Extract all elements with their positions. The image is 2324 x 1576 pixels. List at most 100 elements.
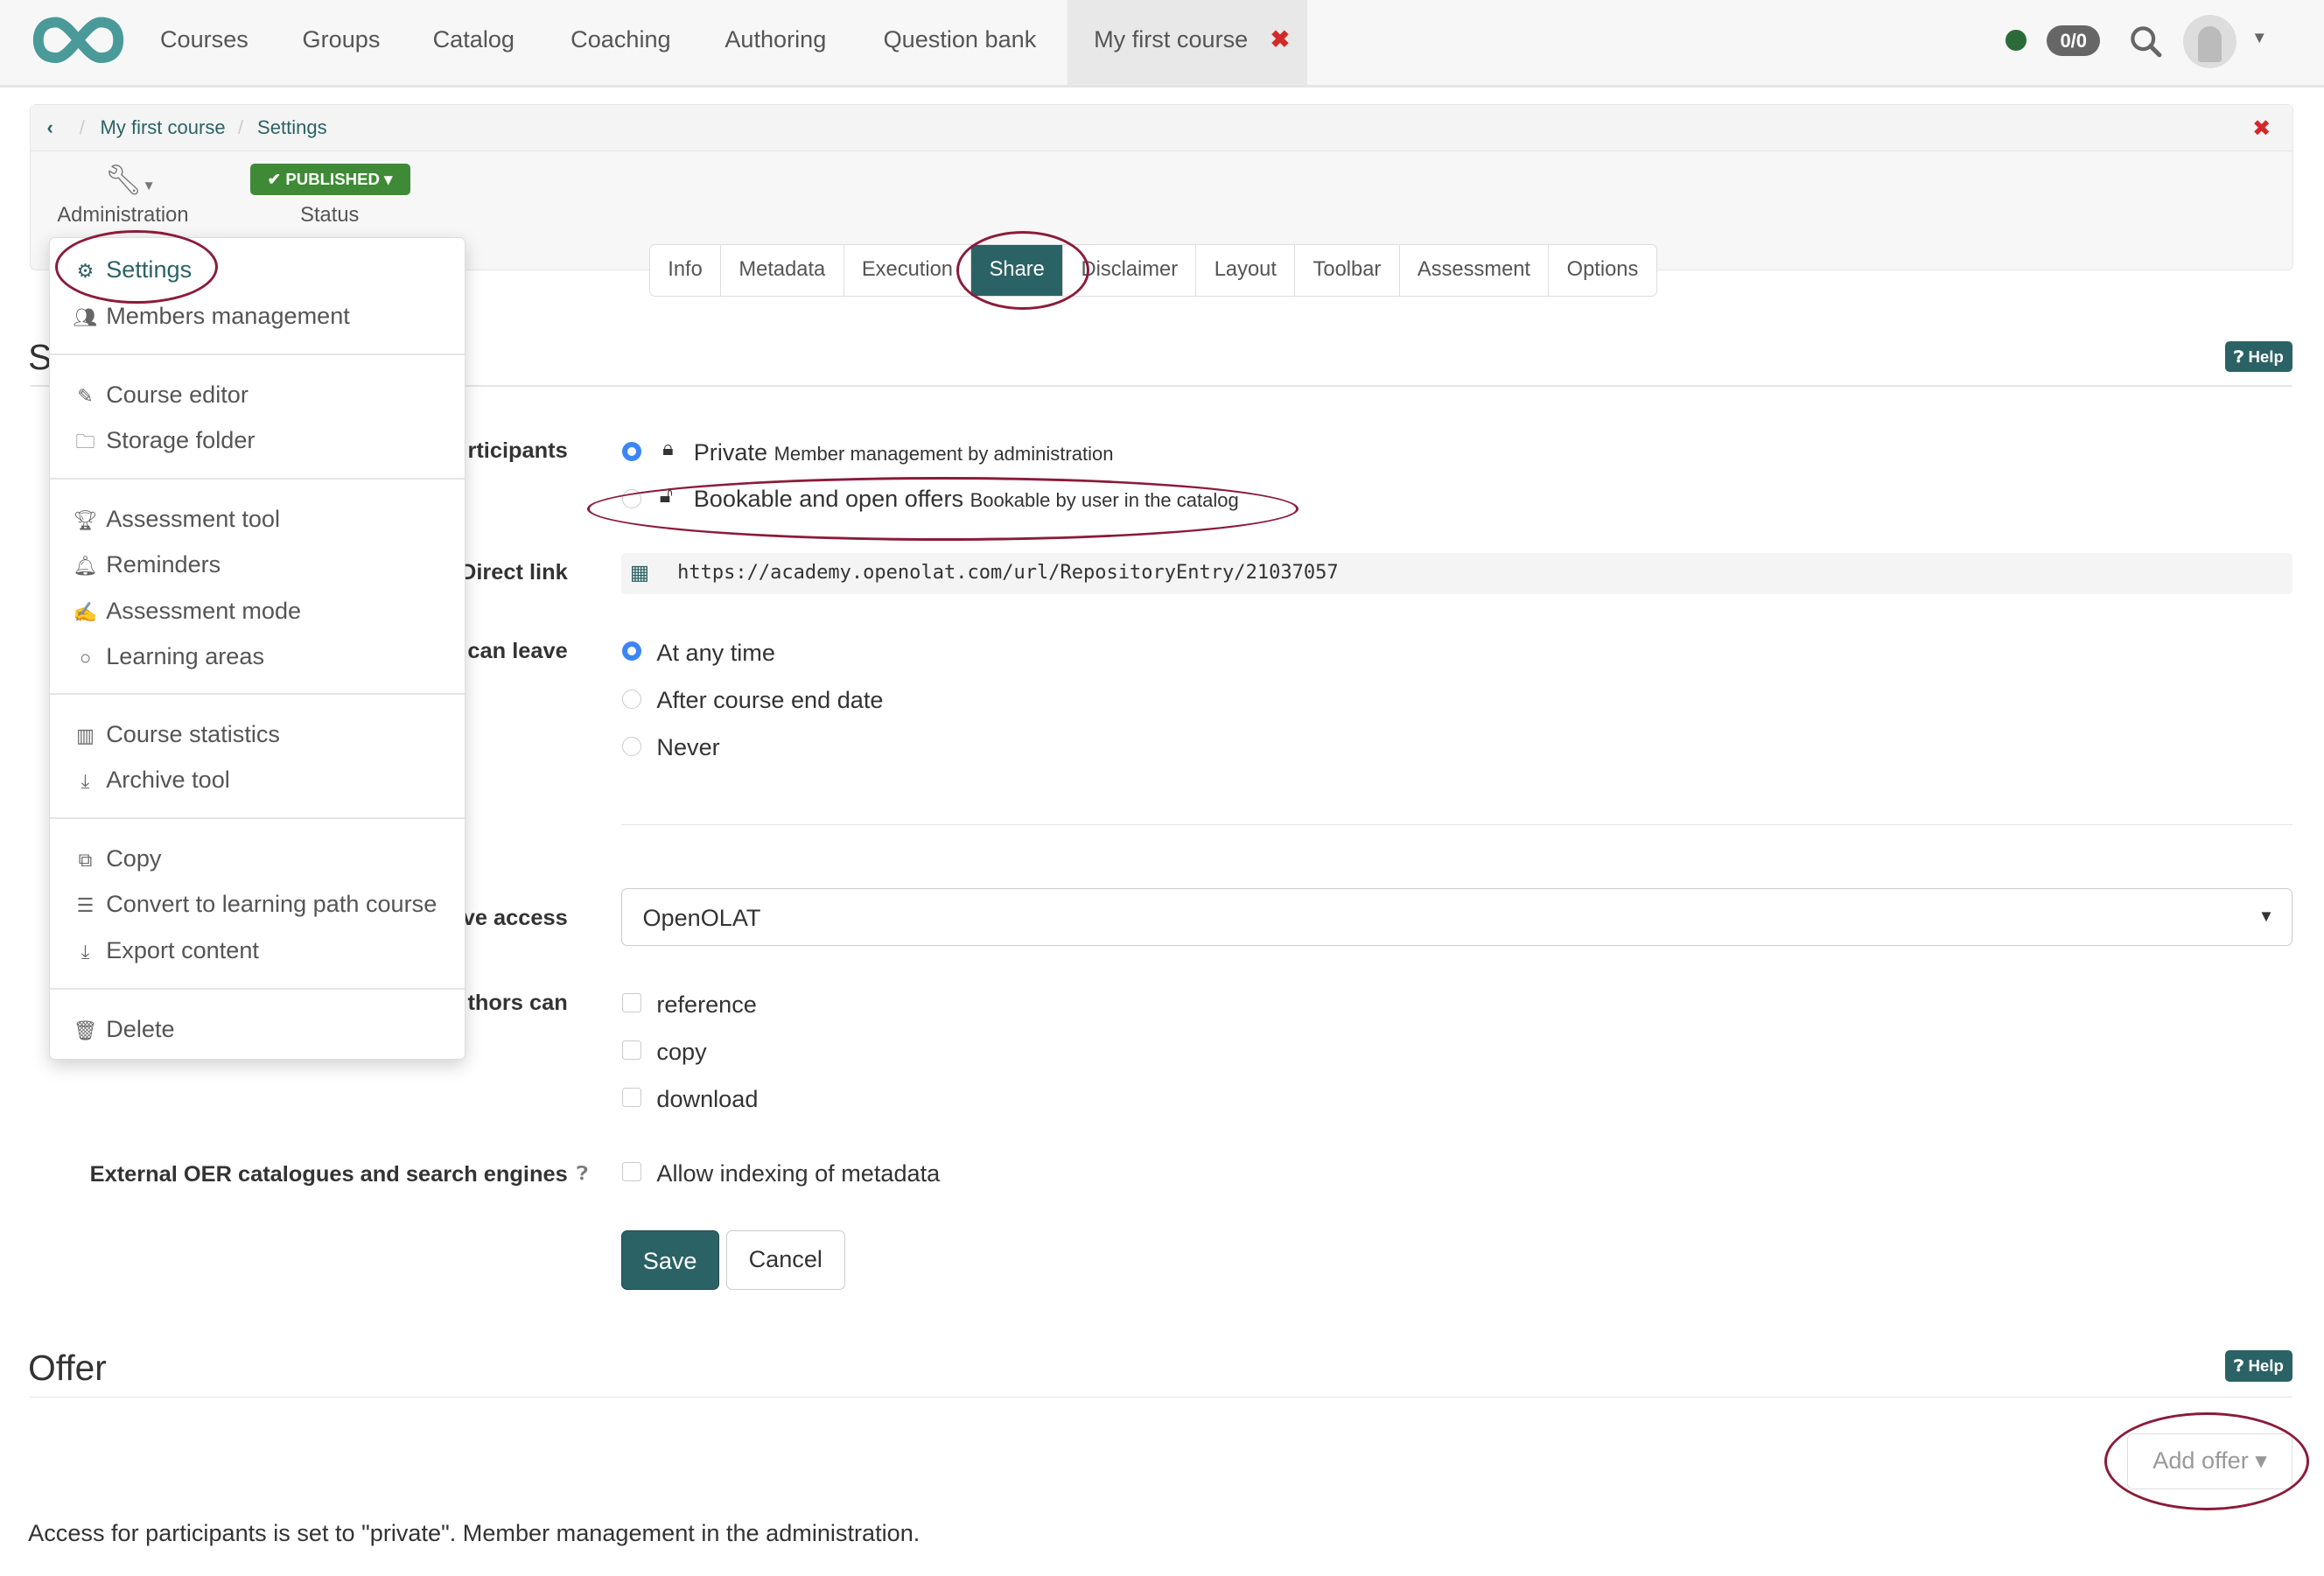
back-icon[interactable]: ‹ bbox=[47, 116, 53, 139]
breadcrumb-course[interactable]: My first course bbox=[100, 116, 225, 139]
direct-link-url[interactable]: https://academy.openolat.com/url/Reposit… bbox=[677, 562, 1339, 584]
help-label: Help bbox=[2248, 347, 2284, 366]
breadcrumb-separator: / bbox=[238, 116, 244, 139]
leave-any-time[interactable]: At any time bbox=[656, 639, 775, 667]
menu-label: Export content bbox=[106, 935, 259, 963]
help-button[interactable]: ❓︎ Help bbox=[2224, 340, 2293, 373]
openolat-logo-icon[interactable] bbox=[32, 15, 124, 66]
status-label: Status bbox=[300, 204, 360, 228]
nav-authoring[interactable]: Authoring bbox=[724, 25, 826, 53]
offer-note: Access for participants is set to "priva… bbox=[28, 1519, 920, 1547]
status-badge[interactable]: ✔ PUBLISHED ▾ bbox=[249, 164, 410, 195]
access-select[interactable]: OpenOLAT ▼ bbox=[620, 887, 2293, 946]
radio-private[interactable] bbox=[622, 441, 642, 461]
nav-catalog[interactable]: Catalog bbox=[433, 25, 514, 53]
indexing-label[interactable]: Allow indexing of metadata bbox=[656, 1159, 940, 1187]
access-select-value: OpenOLAT bbox=[642, 903, 761, 931]
tab-options[interactable]: Options bbox=[1549, 245, 1656, 296]
tab-info[interactable]: Info bbox=[650, 245, 722, 297]
question-circle-icon[interactable]: ❓︎ bbox=[577, 1162, 588, 1185]
copy-label[interactable]: copy bbox=[656, 1038, 706, 1066]
divider bbox=[29, 1396, 2293, 1398]
offer-help-button[interactable]: ❓︎ Help bbox=[2224, 1350, 2293, 1382]
lock-icon: 🔒︎ bbox=[662, 437, 674, 460]
edit-icon: ✎ bbox=[77, 384, 94, 407]
close-course-icon[interactable]: ✖ bbox=[2252, 115, 2271, 142]
menu-course-statistics[interactable]: ▥ Course statistics bbox=[71, 720, 280, 748]
tab-layout[interactable]: Layout bbox=[1196, 245, 1296, 297]
tab-execution[interactable]: Execution bbox=[844, 245, 972, 297]
checkbox-download[interactable] bbox=[622, 1088, 642, 1108]
download-label[interactable]: download bbox=[656, 1085, 758, 1113]
trophy-icon: 🏆︎ bbox=[73, 508, 98, 531]
nav-question-bank[interactable]: Question bank bbox=[884, 25, 1037, 53]
tab-toolbar[interactable]: Toolbar bbox=[1295, 245, 1400, 297]
radio-after-end[interactable] bbox=[622, 689, 642, 709]
radio-never[interactable] bbox=[622, 736, 642, 756]
menu-divider bbox=[49, 693, 466, 695]
help-label: Help bbox=[2248, 1356, 2284, 1376]
menu-assessment-tool[interactable]: 🏆︎ Assessment tool bbox=[71, 505, 280, 533]
leave-after-end[interactable]: After course end date bbox=[656, 686, 883, 714]
direct-link-field[interactable]: ▦ https://academy.openolat.com/url/Repos… bbox=[620, 552, 2293, 595]
menu-delete[interactable]: 🗑︎ Delete bbox=[71, 1015, 175, 1043]
menu-reminders[interactable]: 🔔︎ Reminders bbox=[71, 550, 221, 578]
tab-metadata[interactable]: Metadata bbox=[721, 245, 844, 297]
nav-groups[interactable]: Groups bbox=[303, 25, 381, 53]
administration-label[interactable]: Administration bbox=[57, 204, 188, 228]
annotation-ellipse-bookable bbox=[586, 477, 1298, 542]
wrench-icon[interactable]: 🔧︎▼ bbox=[105, 164, 156, 198]
top-navigation: Courses Groups Catalog Coaching Authorin… bbox=[0, 0, 2324, 88]
counter-badge[interactable]: 0/0 bbox=[2047, 25, 2101, 57]
users-icon: 👥︎ bbox=[73, 305, 98, 328]
radio-any-time[interactable] bbox=[622, 641, 642, 662]
nav-tab-my-first-course[interactable]: My first course ✖ bbox=[1067, 0, 1307, 85]
download-icon: ⤓ bbox=[80, 940, 90, 963]
cancel-button[interactable]: Cancel bbox=[726, 1229, 845, 1290]
save-button[interactable]: Save bbox=[620, 1229, 719, 1290]
chevron-down-icon[interactable]: ▼ bbox=[2251, 28, 2267, 47]
download-icon: ⤓ bbox=[80, 770, 90, 793]
checkbox-copy[interactable] bbox=[622, 1040, 642, 1061]
private-option[interactable]: Private Member management by administrat… bbox=[694, 438, 1114, 466]
menu-convert-learning-path[interactable]: ☰ Convert to learning path course bbox=[71, 890, 438, 918]
breadcrumb: ‹ / My first course / Settings ✖ bbox=[30, 104, 2292, 152]
menu-label: Delete bbox=[106, 1014, 175, 1042]
menu-label: Course editor bbox=[106, 380, 248, 408]
sliders-icon: ☰ bbox=[76, 894, 94, 917]
search-icon[interactable] bbox=[2130, 25, 2162, 58]
tab-assessment[interactable]: Assessment bbox=[1400, 245, 1550, 297]
menu-label: Learning areas bbox=[106, 642, 264, 670]
nav-coaching[interactable]: Coaching bbox=[570, 25, 670, 53]
administration-menu: ⚙ Settings 👥︎ Members management ✎ Course e… bbox=[48, 237, 466, 1061]
menu-label: Storage folder bbox=[106, 426, 256, 454]
offer-title: Offer bbox=[28, 1347, 107, 1388]
menu-members-management[interactable]: 👥︎ Members management bbox=[71, 302, 350, 330]
qr-code-icon[interactable]: ▦ bbox=[630, 560, 649, 585]
menu-course-editor[interactable]: ✎ Course editor bbox=[71, 381, 248, 409]
menu-export-content[interactable]: ⤓ Export content bbox=[71, 936, 259, 964]
chevron-down-icon: ▼ bbox=[2258, 906, 2275, 925]
annotation-ellipse-share bbox=[956, 231, 1089, 310]
menu-storage-folder[interactable]: 🗀 Storage folder bbox=[71, 426, 256, 460]
circle-icon: ○ bbox=[79, 647, 92, 669]
menu-archive-tool[interactable]: ⤓ Archive tool bbox=[71, 766, 230, 794]
nav-courses[interactable]: Courses bbox=[160, 25, 248, 53]
menu-label: Reminders bbox=[106, 550, 221, 578]
menu-label: Assessment tool bbox=[106, 504, 281, 532]
avatar[interactable] bbox=[2183, 14, 2237, 68]
bar-chart-icon: ▥ bbox=[76, 724, 94, 746]
menu-label: Copy bbox=[106, 844, 162, 872]
divider bbox=[620, 823, 2293, 826]
menu-assessment-mode[interactable]: ✍ Assessment mode bbox=[71, 597, 301, 625]
menu-copy[interactable]: ⧉ Copy bbox=[71, 844, 162, 872]
checkbox-indexing[interactable] bbox=[622, 1162, 642, 1182]
close-tab-icon[interactable]: ✖ bbox=[1270, 25, 1291, 53]
checkbox-reference[interactable] bbox=[622, 992, 642, 1012]
menu-learning-areas[interactable]: ○ Learning areas bbox=[71, 642, 264, 670]
reference-label[interactable]: reference bbox=[656, 991, 756, 1019]
breadcrumb-settings[interactable]: Settings bbox=[257, 116, 327, 139]
status-badge-label: PUBLISHED bbox=[285, 170, 380, 189]
online-status-icon[interactable] bbox=[2005, 29, 2026, 51]
leave-never[interactable]: Never bbox=[656, 733, 719, 761]
